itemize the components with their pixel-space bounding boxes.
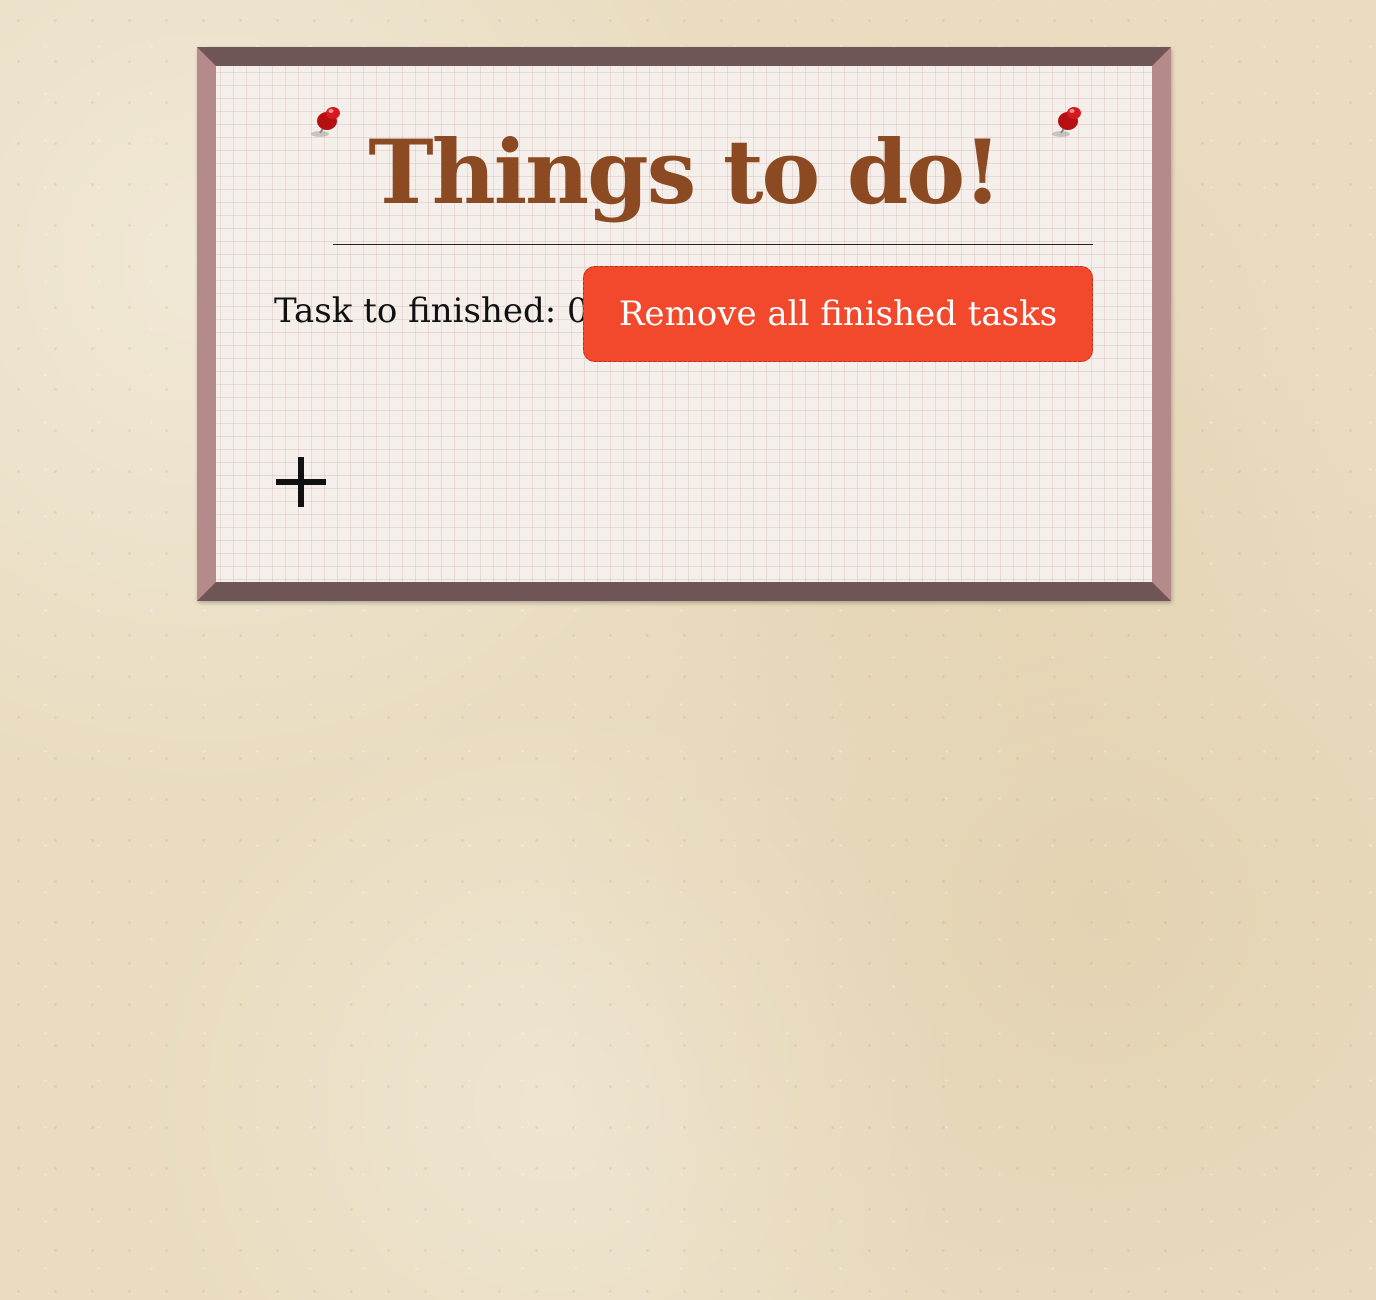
remove-finished-tasks-button[interactable]: Remove all finished tasks (583, 266, 1093, 362)
title-divider (333, 244, 1093, 245)
grid-paper: Things to do! Task to finished: 0 Remove… (216, 66, 1152, 582)
page-title: Things to do! (368, 120, 1001, 224)
todo-board: Things to do! Task to finished: 0 Remove… (197, 47, 1171, 601)
add-task-button[interactable] (274, 454, 330, 510)
tasks-remaining-count: Task to finished: 0 (274, 291, 589, 331)
